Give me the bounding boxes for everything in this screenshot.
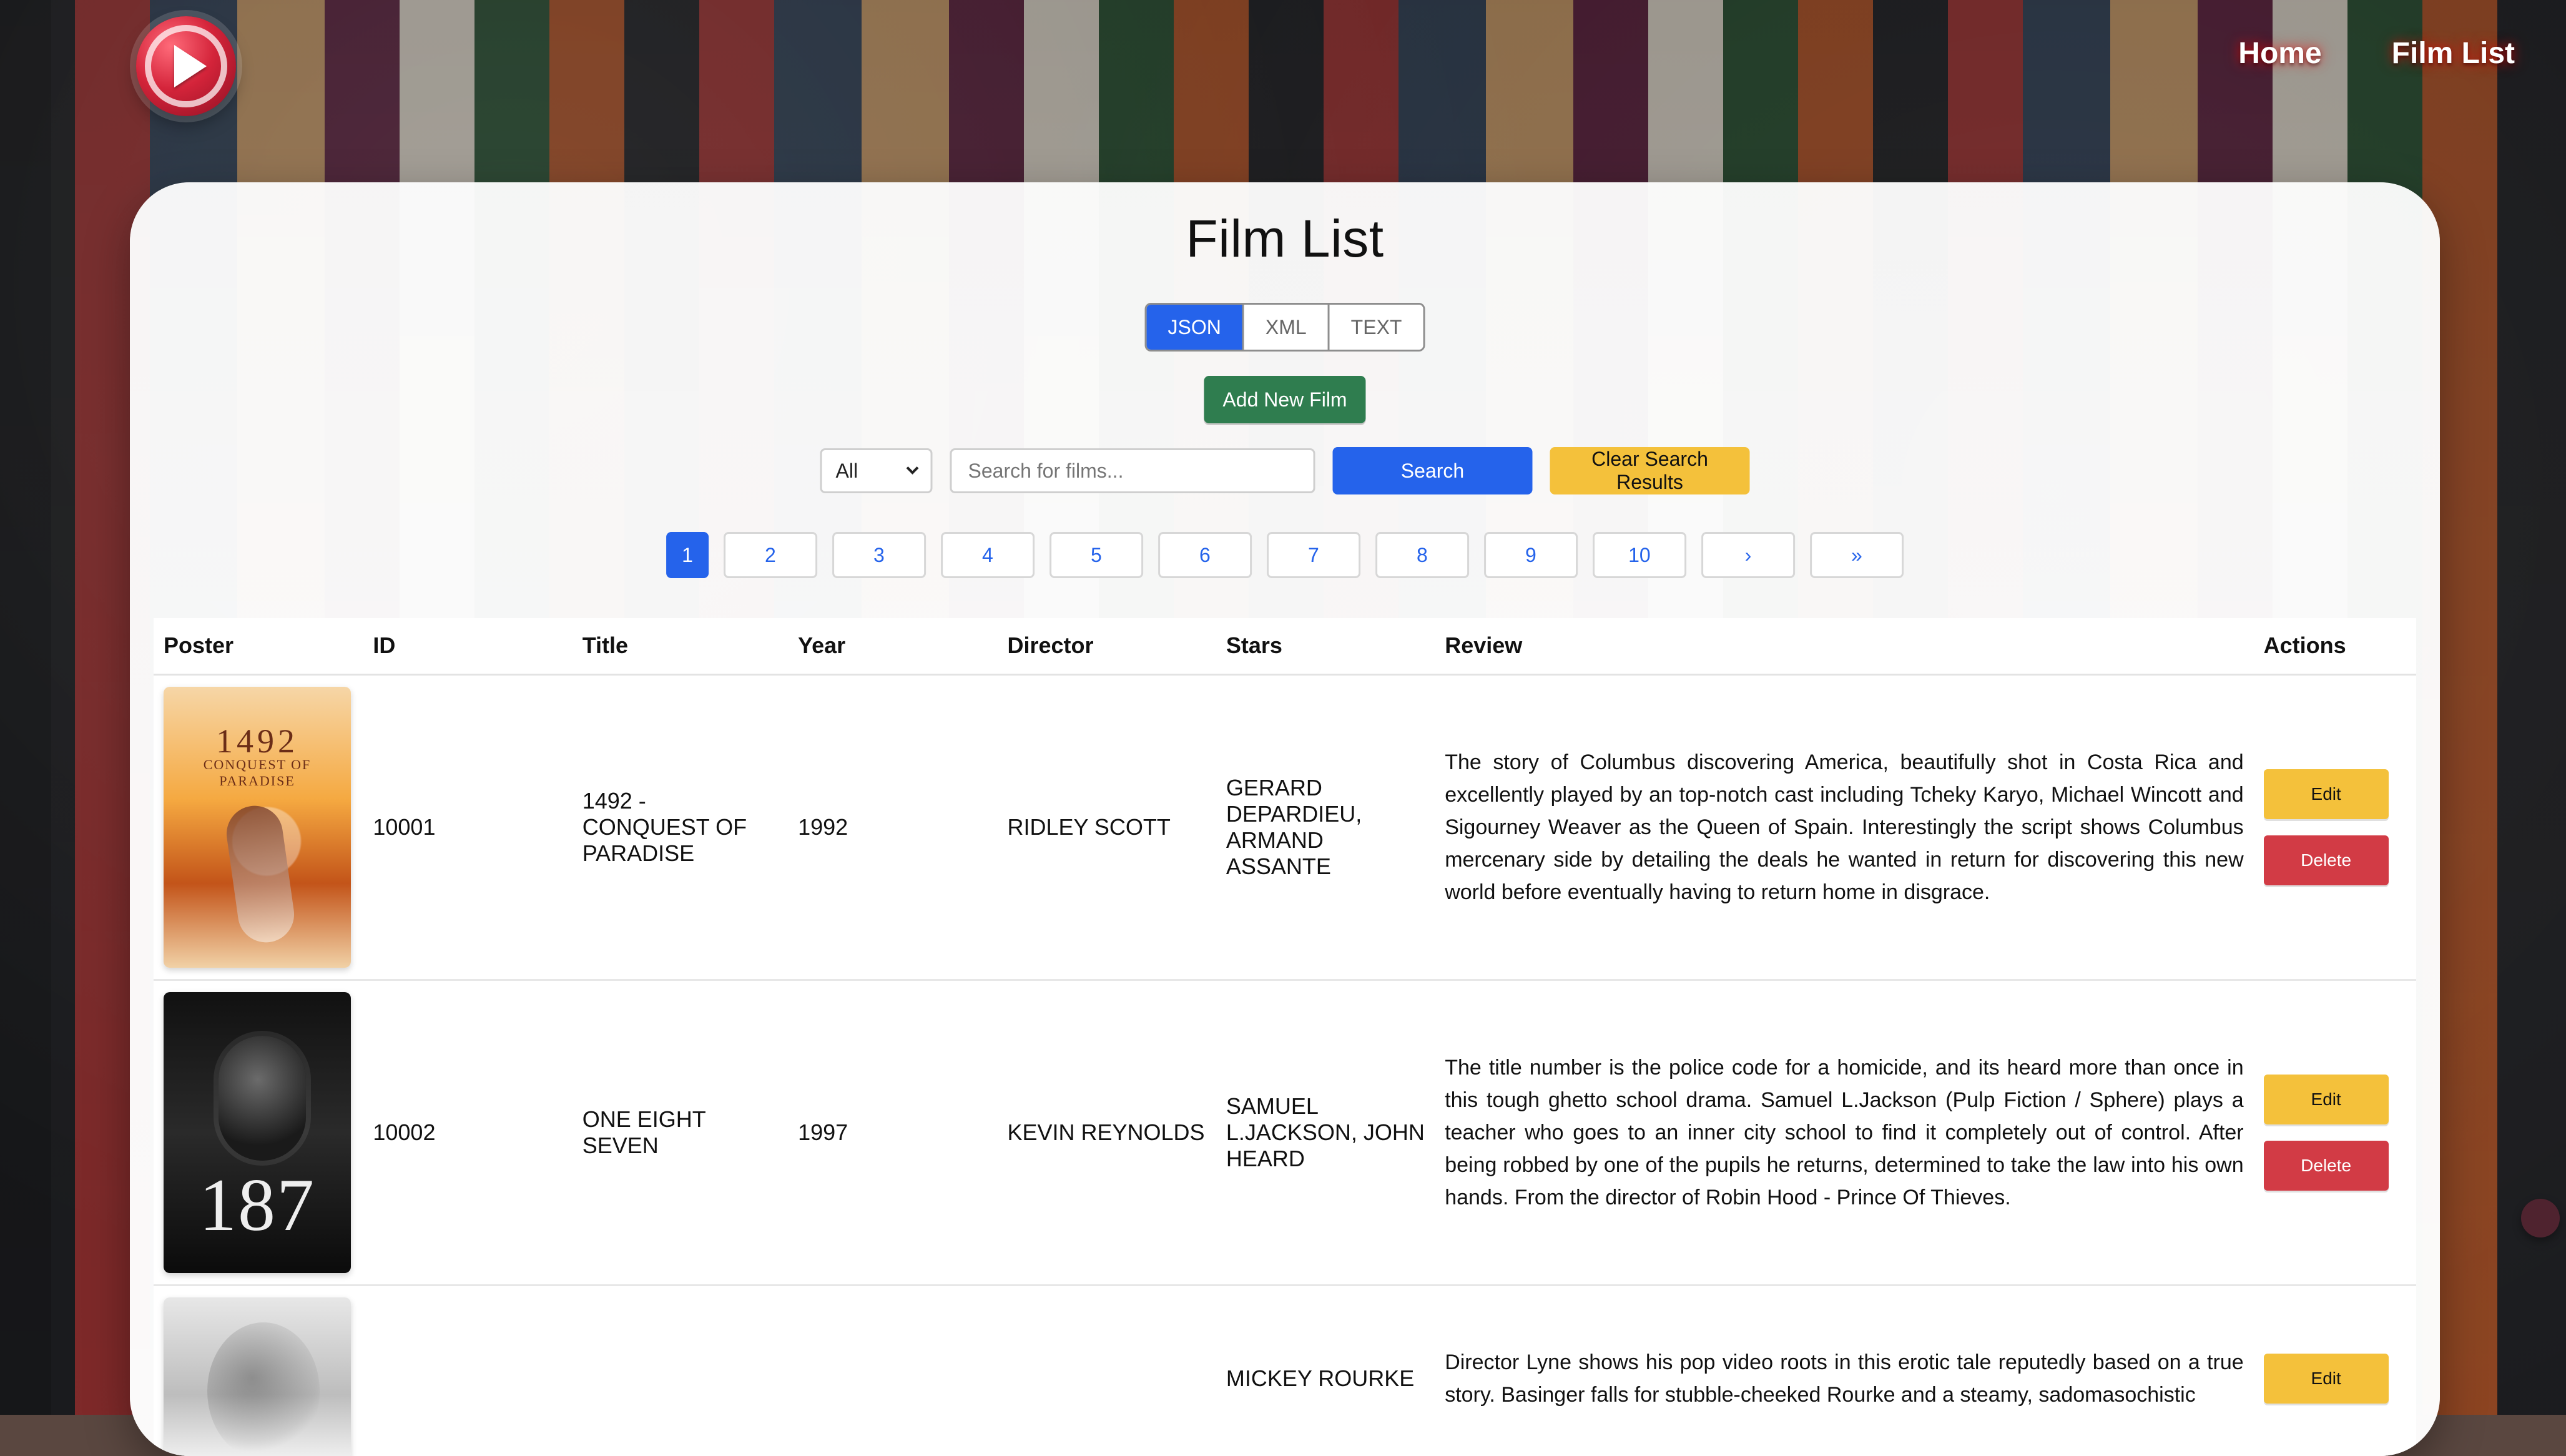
col-title: Title <box>573 618 788 674</box>
table-row: 187 10002 ONE EIGHT SEVEN 1997 KEVIN REY… <box>154 980 2416 1285</box>
page-title: Film List <box>130 209 2440 269</box>
top-navigation: Home Film List <box>0 0 2566 181</box>
poster-text-2: CONQUEST OF PARADISE <box>164 757 351 789</box>
poster-number: 187 <box>164 1162 351 1248</box>
search-input-container <box>950 448 1315 493</box>
poster-image: 187 <box>164 992 351 1273</box>
page-2[interactable]: 2 <box>724 532 817 578</box>
film-table: Poster ID Title Year Director Stars Revi… <box>154 618 2416 1456</box>
row-actions: Edit Delete <box>2264 1075 2406 1191</box>
page-10[interactable]: 10 <box>1593 532 1686 578</box>
page-3[interactable]: 3 <box>832 532 926 578</box>
table-row: MICKEY ROURKE Director Lyne shows his po… <box>154 1285 2416 1456</box>
poster-text-1: 1492 <box>164 722 351 760</box>
page-6[interactable]: 6 <box>1158 532 1252 578</box>
page-8[interactable]: 8 <box>1375 532 1469 578</box>
pagination: 1 2 3 4 5 6 7 8 9 10 › » <box>666 532 1904 578</box>
page-last[interactable]: » <box>1810 532 1904 578</box>
page-7[interactable]: 7 <box>1267 532 1360 578</box>
poster-cell: 1492 CONQUEST OF PARADISE <box>154 674 363 980</box>
col-director: Director <box>997 618 1216 674</box>
edit-button[interactable]: Edit <box>2264 1075 2389 1124</box>
table-body: 1492 CONQUEST OF PARADISE 10001 1492 - C… <box>154 674 2416 1456</box>
edit-button[interactable]: Edit <box>2264 1354 2389 1404</box>
page-next[interactable]: › <box>1701 532 1795 578</box>
table-header: Poster ID Title Year Director Stars Revi… <box>154 618 2416 674</box>
delete-button[interactable]: Delete <box>2264 835 2389 885</box>
poster-image: 1492 CONQUEST OF PARADISE <box>164 687 351 968</box>
director-cell: RIDLEY SCOTT <box>997 674 1216 980</box>
poster-image <box>164 1297 351 1456</box>
title-cell: ONE EIGHT SEVEN <box>573 980 788 1285</box>
row-actions: Edit Delete <box>2264 769 2406 885</box>
format-xml-button[interactable]: XML <box>1244 305 1330 350</box>
search-row: All Search Clear Search Results <box>820 447 1750 494</box>
title-cell: 1492 - CONQUEST OF PARADISE <box>573 674 788 980</box>
chevron-down-icon <box>907 462 919 475</box>
format-text-button[interactable]: TEXT <box>1330 305 1423 350</box>
table-row: 1492 CONQUEST OF PARADISE 10001 1492 - C… <box>154 674 2416 980</box>
search-input[interactable] <box>967 459 1299 483</box>
add-new-film-button[interactable]: Add New Film <box>1204 376 1365 423</box>
delete-button[interactable]: Delete <box>2264 1141 2389 1191</box>
review-cell: The title number is the police code for … <box>1435 980 2253 1285</box>
col-review: Review <box>1435 618 2253 674</box>
id-cell: 10002 <box>363 980 572 1285</box>
stars-cell: SAMUEL L.JACKSON, JOHN HEARD <box>1216 980 1435 1285</box>
poster-face <box>219 1036 306 1161</box>
edit-button[interactable]: Edit <box>2264 769 2389 819</box>
id-cell: 10001 <box>363 674 572 980</box>
table-header-row: Poster ID Title Year Director Stars Revi… <box>154 618 2416 674</box>
search-scope-select[interactable]: All <box>820 448 933 493</box>
actions-cell: Edit Delete <box>2254 674 2416 980</box>
title-cell <box>573 1285 788 1456</box>
col-year: Year <box>788 618 997 674</box>
play-icon <box>174 45 207 87</box>
search-scope-value: All <box>836 460 858 483</box>
clear-search-results-button[interactable]: Clear Search Results <box>1550 447 1750 494</box>
logo-play-icon[interactable] <box>136 16 236 116</box>
year-cell: 1997 <box>788 980 997 1285</box>
format-json-button[interactable]: JSON <box>1147 305 1244 350</box>
col-actions: Actions <box>2254 618 2416 674</box>
format-toggle: JSON XML TEXT <box>1145 303 1425 352</box>
col-id: ID <box>363 618 572 674</box>
id-cell <box>363 1285 572 1456</box>
page-5[interactable]: 5 <box>1050 532 1143 578</box>
poster-cell: 187 <box>154 980 363 1285</box>
year-cell <box>788 1285 997 1456</box>
nav-links: Home Film List <box>2238 36 2515 71</box>
search-button[interactable]: Search <box>1333 447 1533 494</box>
col-poster: Poster <box>154 618 363 674</box>
stars-cell: MICKEY ROURKE <box>1216 1285 1435 1456</box>
page-9[interactable]: 9 <box>1484 532 1578 578</box>
page-4[interactable]: 4 <box>941 532 1035 578</box>
review-cell: The story of Columbus discovering Americ… <box>1435 674 2253 980</box>
page-1[interactable]: 1 <box>666 532 709 578</box>
actions-cell: Edit Delete <box>2254 980 2416 1285</box>
translate-icon[interactable] <box>2521 1199 2560 1237</box>
year-cell: 1992 <box>788 674 997 980</box>
main-panel: Film List JSON XML TEXT Add New Film All… <box>130 182 2440 1456</box>
director-cell <box>997 1285 1216 1456</box>
director-cell: KEVIN REYNOLDS <box>997 980 1216 1285</box>
review-cell: Director Lyne shows his pop video roots … <box>1435 1285 2253 1456</box>
poster-cell <box>154 1285 363 1456</box>
actions-cell: Edit <box>2254 1285 2416 1456</box>
nav-home-link[interactable]: Home <box>2238 36 2321 71</box>
col-stars: Stars <box>1216 618 1435 674</box>
film-table-container: Poster ID Title Year Director Stars Revi… <box>154 618 2416 1456</box>
nav-film-list-link[interactable]: Film List <box>2392 36 2515 71</box>
stars-cell: GERARD DEPARDIEU, ARMAND ASSANTE <box>1216 674 1435 980</box>
row-actions: Edit <box>2264 1354 2406 1404</box>
